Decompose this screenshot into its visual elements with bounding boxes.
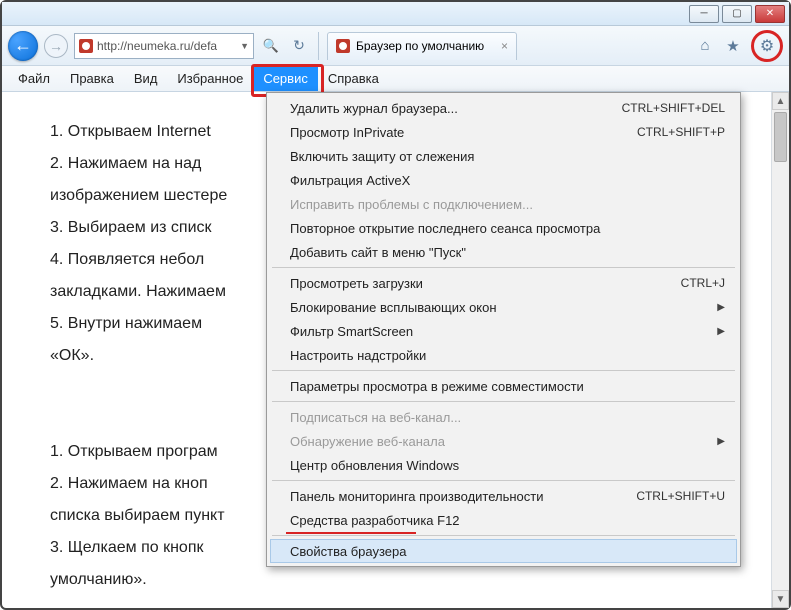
address-dropdown-icon[interactable]: ▼ (240, 41, 249, 51)
menu-item[interactable]: Включить защиту от слежения (270, 144, 737, 168)
submenu-arrow-icon: ▶ (717, 436, 725, 447)
menu-item-label: Просмотр InPrivate (290, 125, 404, 140)
menu-item[interactable]: Просмотреть загрузки CTRL+J (270, 271, 737, 295)
scroll-up-icon[interactable]: ▲ (772, 92, 789, 110)
menu-item-избранное[interactable]: Избранное (167, 66, 253, 91)
menu-item: Подписаться на веб-канал... (270, 405, 737, 429)
menu-item-label: Исправить проблемы с подключением... (290, 197, 533, 212)
menu-item[interactable]: Панель мониторинга производительности CTR… (270, 484, 737, 508)
menu-item-label: Центр обновления Windows (290, 458, 459, 473)
menu-separator (272, 535, 735, 536)
menu-item-label: Панель мониторинга производительности (290, 489, 544, 504)
menu-item-вид[interactable]: Вид (124, 66, 168, 91)
menu-item[interactable]: Удалить журнал браузера... CTRL+SHIFT+DEL (270, 96, 737, 120)
minimize-button[interactable]: ─ (689, 5, 719, 23)
close-button[interactable]: ✕ (755, 5, 785, 23)
menu-item[interactable]: Повторное открытие последнего сеанса про… (270, 216, 737, 240)
menu-item[interactable]: Настроить надстройки (270, 343, 737, 367)
browser-toolbar: ← → http://neumeka.ru/defa ▼ 🔍 ↻ Браузер… (2, 26, 789, 66)
menu-item-label: Свойства браузера (290, 544, 406, 559)
maximize-button[interactable]: ▢ (722, 5, 752, 23)
menu-item-label: Параметры просмотра в режиме совместимос… (290, 379, 584, 394)
menu-item-label: Средства разработчика F12 (290, 513, 460, 528)
menu-item[interactable]: Фильтрация ActiveX (270, 168, 737, 192)
menu-item-label: Настроить надстройки (290, 348, 426, 363)
menu-item[interactable]: Параметры просмотра в режиме совместимос… (270, 374, 737, 398)
menu-item-файл[interactable]: Файл (8, 66, 60, 91)
separator (318, 32, 319, 60)
menu-item[interactable]: Добавить сайт в меню "Пуск" (270, 240, 737, 264)
scroll-down-icon[interactable]: ▼ (772, 590, 789, 608)
home-icon[interactable]: ⌂ (695, 36, 715, 56)
menu-separator (272, 267, 735, 268)
menu-shortcut: CTRL+J (681, 276, 725, 290)
site-favicon-icon (79, 39, 93, 53)
submenu-arrow-icon: ▶ (717, 326, 725, 337)
menu-bar: ФайлПравкаВидИзбранноеСервисСправка (2, 66, 789, 92)
tab-favicon-icon (336, 39, 350, 53)
menu-separator (272, 401, 735, 402)
menu-item-label: Добавить сайт в меню "Пуск" (290, 245, 466, 260)
menu-item[interactable]: Просмотр InPrivate CTRL+SHIFT+P (270, 120, 737, 144)
menu-item: Обнаружение веб-канала ▶ (270, 429, 737, 453)
menu-item[interactable]: Средства разработчика F12 (270, 508, 737, 532)
menu-item-label: Фильтрация ActiveX (290, 173, 410, 188)
menu-item-правка[interactable]: Правка (60, 66, 124, 91)
menu-item-label: Просмотреть загрузки (290, 276, 423, 291)
menu-item[interactable]: Фильтр SmartScreen ▶ (270, 319, 737, 343)
menu-item-label: Обнаружение веб-канала (290, 434, 445, 449)
window-titlebar: ─ ▢ ✕ (2, 2, 789, 26)
menu-separator (272, 370, 735, 371)
menu-item-label: Повторное открытие последнего сеанса про… (290, 221, 600, 236)
menu-separator (272, 480, 735, 481)
menu-item-label: Подписаться на веб-канал... (290, 410, 461, 425)
menu-shortcut: CTRL+SHIFT+P (637, 125, 725, 139)
tab-title: Браузер по умолчанию (356, 39, 484, 53)
menu-item[interactable]: Свойства браузера (270, 539, 737, 563)
gear-icon[interactable]: ⚙ (758, 37, 776, 55)
favorites-icon[interactable]: ★ (723, 36, 743, 56)
search-icon[interactable]: 🔍 (260, 35, 282, 57)
menu-item: Исправить проблемы с подключением... (270, 192, 737, 216)
menu-item-сервис[interactable]: Сервис (253, 66, 318, 91)
address-bar[interactable]: http://neumeka.ru/defa ▼ (74, 33, 254, 59)
forward-button[interactable]: → (44, 34, 68, 58)
browser-properties-underline (286, 532, 416, 534)
scroll-thumb[interactable] (774, 112, 787, 162)
gear-highlight-circle: ⚙ (751, 30, 783, 62)
tab-close-icon[interactable]: × (501, 39, 508, 53)
service-dropdown-menu: Удалить журнал браузера... CTRL+SHIFT+DEL… (266, 92, 741, 567)
refresh-icon[interactable]: ↻ (288, 35, 310, 57)
menu-item-label: Включить защиту от слежения (290, 149, 474, 164)
menu-shortcut: CTRL+SHIFT+U (636, 489, 725, 503)
menu-item[interactable]: Центр обновления Windows (270, 453, 737, 477)
menu-item[interactable]: Блокирование всплывающих окон ▶ (270, 295, 737, 319)
menu-shortcut: CTRL+SHIFT+DEL (622, 101, 725, 115)
address-url: http://neumeka.ru/defa (97, 39, 217, 53)
content-line: умолчанию». (50, 564, 751, 596)
browser-tab[interactable]: Браузер по умолчанию × (327, 32, 517, 60)
menu-item-label: Удалить журнал браузера... (290, 101, 458, 116)
menu-item-label: Блокирование всплывающих окон (290, 300, 497, 315)
menu-item-label: Фильтр SmartScreen (290, 324, 413, 339)
vertical-scrollbar[interactable]: ▲ ▼ (771, 92, 789, 608)
submenu-arrow-icon: ▶ (717, 302, 725, 313)
menu-item-справка[interactable]: Справка (318, 66, 389, 91)
back-button[interactable]: ← (8, 31, 38, 61)
